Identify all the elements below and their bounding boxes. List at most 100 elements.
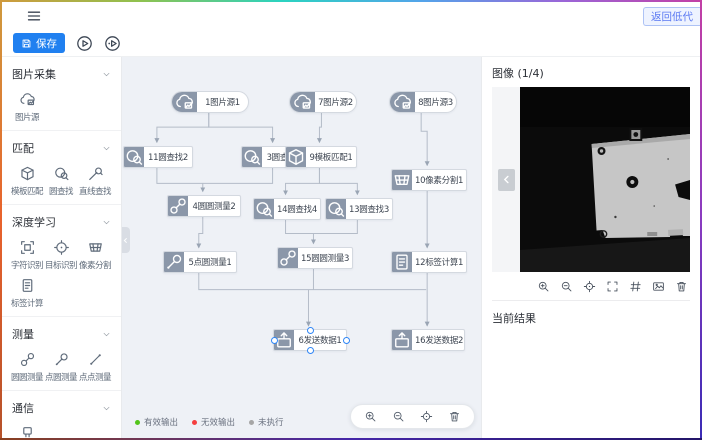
sidebar-tool-1-1[interactable]: 圆查找 bbox=[44, 165, 78, 197]
sidebar-section-header-4[interactable]: 通信 bbox=[10, 396, 113, 419]
circle-search-icon bbox=[326, 199, 346, 219]
app-header: 返回低代 bbox=[2, 2, 700, 31]
main-area: 图片采集图片源匹配模板匹配圆查找直线查找深度学习字符识别目标识别像素分割标签计算… bbox=[2, 57, 700, 438]
sidebar-tool-2-3[interactable]: 标签计算 bbox=[10, 277, 44, 309]
legend-dot bbox=[192, 420, 197, 425]
sidebar-section: 测量圆圆测量点圆测量点点测量 bbox=[2, 317, 121, 391]
flow-node[interactable]: 1图片源1 bbox=[171, 91, 249, 113]
sidebar-tool-1-0[interactable]: 模板匹配 bbox=[10, 165, 44, 197]
measure-pc-icon bbox=[53, 351, 70, 368]
sidebar-tool-label: 图片源 bbox=[15, 111, 39, 123]
image-nav-strip bbox=[492, 87, 520, 272]
sidebar-section-header-2[interactable]: 深度学习 bbox=[10, 210, 113, 233]
legend-label: 未执行 bbox=[258, 416, 284, 428]
sidebar-tool-1-2[interactable]: 直线查找 bbox=[78, 165, 112, 197]
flow-node-label: 11圆查找2 bbox=[144, 147, 192, 167]
sidebar-section-title: 匹配 bbox=[12, 140, 34, 156]
cloud-image-icon bbox=[19, 91, 36, 108]
locate-icon[interactable] bbox=[420, 410, 433, 423]
zoom-in-icon[interactable] bbox=[537, 280, 550, 293]
flow-node[interactable]: 13圆查找3 bbox=[325, 198, 393, 220]
circle-search-icon bbox=[242, 147, 262, 167]
sidebar-tool-label: 模板匹配 bbox=[11, 185, 43, 197]
flow-node-label: 7图片源2 bbox=[315, 92, 356, 112]
sidebar-section-header-0[interactable]: 图片采集 bbox=[10, 62, 113, 85]
circle-search-icon bbox=[124, 147, 144, 167]
sidebar-tool-3-2[interactable]: 点点测量 bbox=[78, 351, 112, 383]
save-icon bbox=[21, 38, 32, 49]
flow-node[interactable]: 11圆查找2 bbox=[123, 146, 193, 168]
flow-node[interactable]: 15圆圆测量3 bbox=[277, 247, 353, 269]
chevron-down-icon bbox=[102, 218, 111, 227]
trash-icon[interactable] bbox=[448, 410, 461, 423]
run-flow-button[interactable] bbox=[76, 35, 93, 52]
legend-label: 有效输出 bbox=[144, 416, 178, 428]
measure-cc-icon bbox=[19, 351, 36, 368]
menu-icon[interactable] bbox=[26, 8, 42, 24]
grid-icon[interactable] bbox=[629, 280, 642, 293]
cloud-image-icon bbox=[390, 92, 415, 112]
cloud-image-icon bbox=[290, 92, 315, 112]
image-panel-title: 图像 (1/4) bbox=[492, 65, 690, 81]
zoom-in-icon[interactable] bbox=[364, 410, 377, 423]
comm-icon bbox=[19, 425, 36, 438]
sidebar-tool-2-1[interactable]: 目标识别 bbox=[44, 239, 78, 271]
step-run-button[interactable] bbox=[104, 35, 121, 52]
flow-node[interactable]: 4圆圆测量2 bbox=[167, 195, 241, 217]
flow-node[interactable]: 5点圆测量1 bbox=[163, 251, 237, 273]
flow-node[interactable]: 9模板匹配1 bbox=[285, 146, 357, 168]
sidebar-section-items: 字符识别目标识别像素分割标签计算 bbox=[10, 233, 113, 309]
flow-node-label: 16发送数据2 bbox=[412, 330, 466, 350]
sidebar-section-header-1[interactable]: 匹配 bbox=[10, 136, 113, 159]
flow-node[interactable]: 14圆查找4 bbox=[253, 198, 321, 220]
sidebar-tool-3-1[interactable]: 点圆测量 bbox=[44, 351, 78, 383]
circle-search-icon bbox=[53, 165, 70, 182]
sidebar-tool-label: 点圆测量 bbox=[45, 371, 77, 383]
fullscreen-icon[interactable] bbox=[606, 280, 619, 293]
target-icon bbox=[53, 239, 70, 256]
sidebar-tool-0-0[interactable]: 图片源 bbox=[10, 91, 44, 123]
sidebar-tool-2-0[interactable]: 字符识别 bbox=[10, 239, 44, 271]
sidebar-tool-2-2[interactable]: 像素分割 bbox=[78, 239, 112, 271]
sidebar-tool-label: 圆查找 bbox=[49, 185, 73, 197]
back-to-lowcode-button[interactable]: 返回低代 bbox=[643, 7, 700, 26]
flow-node-label: 4圆圆测量2 bbox=[188, 196, 240, 216]
flow-node[interactable]: 12标签计算1 bbox=[391, 251, 467, 273]
node-connection-handle[interactable] bbox=[307, 347, 314, 354]
locate-icon[interactable] bbox=[583, 280, 596, 293]
sidebar-tool-4-0[interactable] bbox=[10, 425, 44, 438]
save-button[interactable]: 保存 bbox=[13, 33, 65, 53]
chevron-down-icon bbox=[102, 404, 111, 413]
node-connection-handle[interactable] bbox=[271, 337, 278, 344]
node-connection-handle[interactable] bbox=[343, 337, 350, 344]
save-button-label: 保存 bbox=[36, 36, 57, 51]
fit-image-icon[interactable] bbox=[652, 280, 665, 293]
sidebar-collapse-handle[interactable] bbox=[122, 227, 130, 253]
sidebar-tool-3-0[interactable]: 圆圆测量 bbox=[10, 351, 44, 383]
measure-cc-icon bbox=[168, 196, 188, 216]
flow-node-label: 10像素分割1 bbox=[412, 170, 466, 190]
zoom-out-icon[interactable] bbox=[392, 410, 405, 423]
flow-node[interactable]: 16发送数据2 bbox=[391, 329, 465, 351]
flow-node[interactable]: 10像素分割1 bbox=[391, 169, 467, 191]
sidebar-section-header-3[interactable]: 测量 bbox=[10, 322, 113, 345]
sidebar-tool-label: 像素分割 bbox=[79, 259, 111, 271]
sidebar-section-title: 通信 bbox=[12, 400, 34, 416]
capture-border-left bbox=[0, 0, 2, 440]
previous-image-button[interactable] bbox=[498, 169, 515, 191]
flow-node[interactable]: 7图片源2 bbox=[289, 91, 357, 113]
flow-node-label: 12标签计算1 bbox=[412, 252, 466, 272]
flow-node[interactable]: 8图片源3 bbox=[389, 91, 457, 113]
node-connection-handle[interactable] bbox=[307, 327, 314, 334]
flow-node-label: 6发送数据1 bbox=[294, 330, 346, 350]
flow-node[interactable]: 6发送数据1 bbox=[273, 329, 347, 351]
flow-canvas[interactable]: 有效输出无效输出未执行 1图片源17图片源28图片源311圆查找23圆查找19模… bbox=[122, 57, 481, 438]
sidebar-tool-label: 点点测量 bbox=[79, 371, 111, 383]
flow-node-label: 8图片源3 bbox=[415, 92, 456, 112]
zoom-out-icon[interactable] bbox=[560, 280, 573, 293]
image-result-panel: 图像 (1/4) bbox=[481, 57, 700, 438]
measure-cc-icon bbox=[278, 248, 298, 268]
sidebar-tool-label: 目标识别 bbox=[45, 259, 77, 271]
trash-icon[interactable] bbox=[675, 280, 688, 293]
canvas-zoom-toolbar bbox=[350, 404, 475, 429]
